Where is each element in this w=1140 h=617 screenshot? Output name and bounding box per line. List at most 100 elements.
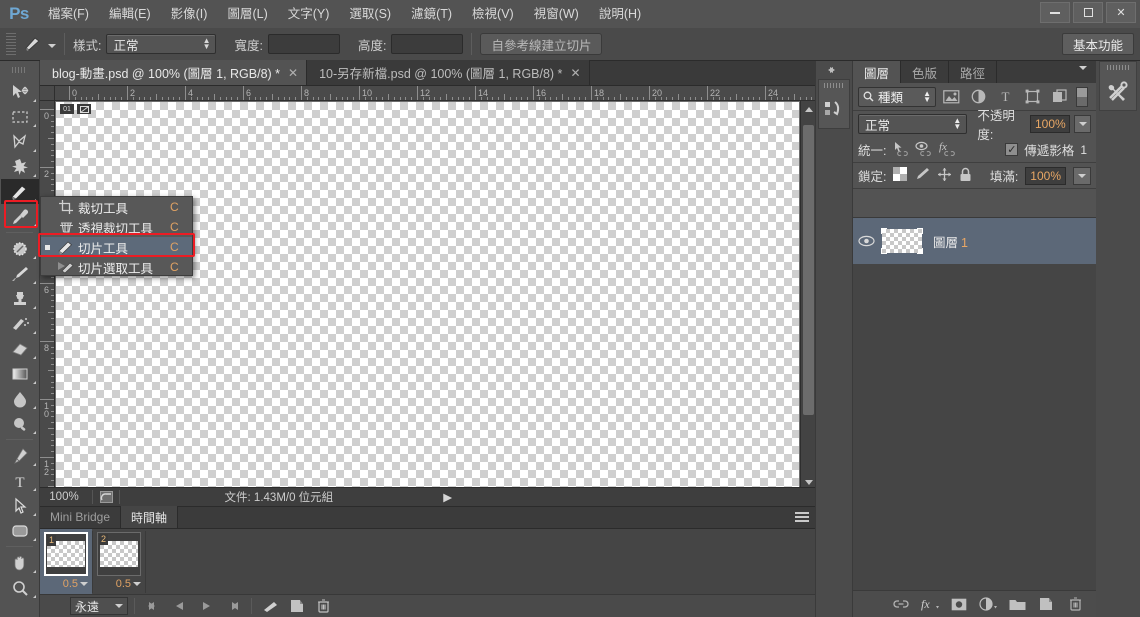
- timeline-panel-menu-icon[interactable]: [795, 512, 809, 523]
- menu-view[interactable]: 檢視(V): [462, 0, 524, 28]
- tool-eraser[interactable]: [1, 336, 39, 361]
- flyout-item-slice-tool[interactable]: 切片工具 C: [41, 237, 192, 257]
- new-group-button[interactable]: [1004, 593, 1030, 615]
- unify-style-icon[interactable]: fx: [938, 141, 957, 159]
- close-icon[interactable]: ✕: [288, 66, 298, 80]
- menu-image[interactable]: 影像(I): [161, 0, 218, 28]
- minimize-button[interactable]: [1040, 2, 1070, 23]
- height-input[interactable]: [391, 34, 464, 54]
- toolbox-grip[interactable]: [12, 63, 27, 77]
- vertical-ruler[interactable]: 024681 01 2: [40, 101, 55, 506]
- document-tab-2[interactable]: 10-另存新檔.psd @ 100% (圖層 1, RGB/8) * ✕: [307, 60, 590, 85]
- tool-dodge[interactable]: [1, 411, 39, 436]
- scroll-up-arrow-icon[interactable]: [805, 107, 813, 112]
- next-frame-button[interactable]: [219, 596, 245, 616]
- tool-rectangle[interactable]: [1, 518, 39, 543]
- flyout-item-slice-select-tool[interactable]: 切片選取工具 C: [41, 257, 192, 277]
- unify-visibility-icon[interactable]: [915, 141, 932, 159]
- ruler-corner[interactable]: [40, 86, 55, 101]
- vertical-scrollbar[interactable]: [800, 101, 815, 491]
- fill-value-field[interactable]: 100%: [1025, 166, 1066, 185]
- close-icon[interactable]: ✕: [570, 66, 580, 80]
- propagate-frames-checkbox[interactable]: ✓: [1005, 143, 1019, 156]
- tab-paths[interactable]: 路徑: [949, 61, 998, 83]
- tool-clone-stamp[interactable]: [1, 286, 39, 311]
- menu-help[interactable]: 說明(H): [589, 0, 651, 28]
- tab-timeline[interactable]: 時間軸: [121, 506, 179, 528]
- previous-frame-button[interactable]: [167, 596, 193, 616]
- tool-lasso[interactable]: [1, 129, 39, 154]
- tween-frames-button[interactable]: [258, 596, 284, 616]
- tool-gradient[interactable]: [1, 361, 39, 386]
- frame-delay[interactable]: 0.5: [97, 578, 141, 590]
- scroll-down-arrow-icon[interactable]: [805, 480, 813, 485]
- tool-hand[interactable]: [1, 550, 39, 575]
- slices-from-guides-button[interactable]: 自參考線建立切片: [480, 33, 603, 55]
- tool-presets-panel-button[interactable]: [1099, 61, 1137, 111]
- frame-delay[interactable]: 0.5: [44, 578, 88, 590]
- history-panel-button[interactable]: [818, 79, 850, 129]
- tool-magic-wand[interactable]: [1, 154, 39, 179]
- opacity-stepper[interactable]: [1074, 115, 1091, 133]
- flyout-item-crop-tool[interactable]: 裁切工具 C: [41, 197, 192, 217]
- options-bar-grip[interactable]: [6, 33, 16, 55]
- zoom-level-field[interactable]: 100%: [40, 491, 92, 503]
- tool-path-selection[interactable]: [1, 493, 39, 518]
- tool-eyedropper[interactable]: [1, 204, 39, 229]
- tool-zoom[interactable]: [1, 575, 39, 600]
- layer-mask-button[interactable]: [946, 593, 972, 615]
- maximize-button[interactable]: [1073, 2, 1103, 23]
- vertical-scroll-thumb[interactable]: [803, 125, 814, 415]
- collapse-left-icon[interactable]: [816, 61, 852, 79]
- adjustment-layer-button[interactable]: [975, 593, 1001, 615]
- opacity-value-field[interactable]: 100%: [1030, 115, 1071, 133]
- mini-dock-grip[interactable]: [819, 80, 849, 90]
- tool-presets-panel-icon[interactable]: [1100, 72, 1136, 110]
- filter-pixel-icon[interactable]: [939, 86, 963, 108]
- new-layer-button[interactable]: [1033, 593, 1059, 615]
- tool-rectangular-marquee[interactable]: [1, 104, 39, 129]
- duplicate-frame-button[interactable]: [284, 596, 310, 616]
- menu-type[interactable]: 文字(Y): [278, 0, 340, 28]
- tab-channels[interactable]: 色版: [901, 61, 950, 83]
- lock-position-icon[interactable]: [937, 167, 952, 185]
- status-expand-arrow-icon[interactable]: ▶: [438, 490, 458, 504]
- slice-tool-icon[interactable]: [20, 32, 46, 56]
- tool-spot-healing-brush[interactable]: [1, 236, 39, 261]
- chevron-down-icon[interactable]: [80, 582, 88, 586]
- unify-position-icon[interactable]: [892, 141, 909, 159]
- menu-edit[interactable]: 編輯(E): [99, 0, 161, 28]
- workspace-switcher-button[interactable]: 基本功能: [1061, 33, 1134, 55]
- animation-frame-2[interactable]: 2 0.5: [93, 529, 145, 595]
- close-button[interactable]: ✕: [1106, 2, 1136, 23]
- slice-tool-flyout-menu[interactable]: 裁切工具 C 透視裁切工具 C 切片工具 C 切片選取工具 C: [40, 196, 193, 276]
- lock-all-icon[interactable]: [959, 167, 972, 185]
- frame-thumbnail[interactable]: 2: [97, 532, 141, 576]
- tool-history-brush[interactable]: [1, 311, 39, 336]
- play-animation-button[interactable]: [193, 596, 219, 616]
- menu-layer[interactable]: 圖層(L): [217, 0, 277, 28]
- width-input[interactable]: [267, 34, 340, 54]
- tool-brush[interactable]: [1, 261, 39, 286]
- layer-style-button[interactable]: fx: [917, 593, 943, 615]
- tool-slice[interactable]: [0, 179, 39, 204]
- filter-kind-select[interactable]: 種類 ▲ ▼: [858, 86, 936, 107]
- delete-layer-button[interactable]: [1062, 593, 1088, 615]
- animation-frame-1[interactable]: 1 0.5: [40, 529, 92, 595]
- layer-name[interactable]: 圖層 1: [933, 232, 968, 251]
- menu-filter[interactable]: 濾鏡(T): [401, 0, 462, 28]
- layer-visibility-toggle[interactable]: [853, 235, 879, 247]
- canvas-transparent-layer[interactable]: 01: [55, 101, 800, 490]
- document-preview-icon[interactable]: [93, 491, 119, 503]
- menu-select[interactable]: 選取(S): [339, 0, 401, 28]
- loop-options-select[interactable]: 永遠: [70, 597, 128, 615]
- layers-panel-menu-icon[interactable]: [1079, 66, 1091, 70]
- filter-enable-toggle[interactable]: [1076, 86, 1088, 107]
- tool-pen[interactable]: [1, 443, 39, 468]
- menu-file[interactable]: 檔案(F): [38, 0, 99, 28]
- select-first-frame-button[interactable]: [141, 596, 167, 616]
- history-panel-icon[interactable]: [819, 90, 849, 128]
- delete-frame-button[interactable]: [310, 596, 336, 616]
- tab-mini-bridge[interactable]: Mini Bridge: [40, 506, 122, 528]
- flyout-item-perspective-crop-tool[interactable]: 透視裁切工具 C: [41, 217, 192, 237]
